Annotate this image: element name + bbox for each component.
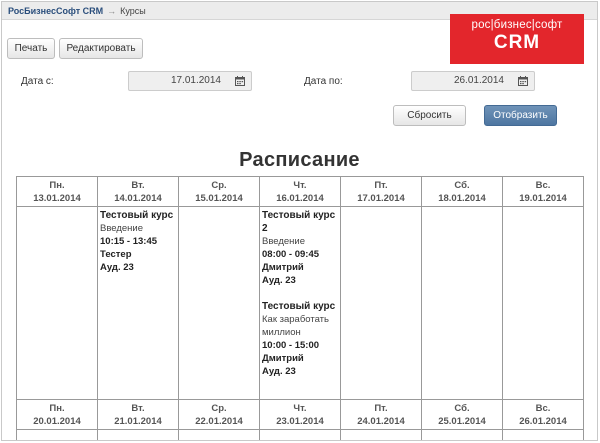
- date-to-value: 26.01.2014: [453, 75, 504, 86]
- schedule-grid: Пн. 13.01.2014 Вт. 14.01.2014 Ср. 15.01.201…: [16, 176, 584, 440]
- day-name: Пт.: [374, 180, 388, 191]
- day-date: 24.01.2014: [357, 416, 405, 427]
- day-name: Чт.: [293, 180, 307, 191]
- day-date: 15.01.2014: [195, 193, 243, 204]
- day-header: Пт. 24.01.2014: [340, 399, 422, 430]
- date-from-value: 17.01.2014: [170, 75, 221, 86]
- week2-body-row: [16, 429, 584, 440]
- logo-line2: CRM: [493, 32, 541, 53]
- reset-button[interactable]: Сбросить: [393, 105, 466, 126]
- date-from-field[interactable]: 17.01.2014: [128, 71, 252, 91]
- day-name: Пн.: [49, 403, 65, 414]
- week1-body-row: Тестовый курс Введение 10:15 - 13:45 Тес…: [16, 206, 584, 400]
- day-header: Вт. 14.01.2014: [97, 176, 179, 207]
- day-date: 26.01.2014: [519, 416, 567, 427]
- calendar-icon[interactable]: [235, 76, 245, 86]
- event-teacher: Дмитрий: [262, 262, 304, 273]
- day-cell[interactable]: [502, 206, 584, 400]
- day-date: 17.01.2014: [357, 193, 405, 204]
- day-date: 20.01.2014: [33, 416, 81, 427]
- day-name: Вт.: [131, 180, 145, 191]
- day-cell[interactable]: [16, 206, 98, 400]
- week2-header-row: Пн. 20.01.2014 Вт. 21.01.2014 Ср. 22.01.201…: [16, 399, 584, 430]
- schedule-event[interactable]: Тестовый курс Введение 10:15 - 13:45 Тес…: [100, 209, 176, 274]
- event-teacher: Дмитрий: [262, 353, 304, 364]
- day-date: 13.01.2014: [33, 193, 81, 204]
- day-name: Пт.: [374, 403, 388, 414]
- day-date: 23.01.2014: [276, 416, 324, 427]
- breadcrumb-separator: →: [107, 6, 117, 16]
- day-name: Чт.: [293, 403, 307, 414]
- day-cell[interactable]: Тестовый курс 2 Введение 08:00 - 09:45 Д…: [259, 206, 341, 400]
- day-date: 14.01.2014: [114, 193, 162, 204]
- show-button[interactable]: Отобразить: [484, 105, 557, 126]
- day-name: Пн.: [49, 180, 65, 191]
- event-time: 10:15 - 13:45: [100, 236, 158, 247]
- day-header: Вс. 26.01.2014: [502, 399, 584, 430]
- day-name: Вт.: [131, 403, 145, 414]
- calendar-icon[interactable]: [518, 76, 528, 86]
- event-time: 10:00 - 15:00: [262, 340, 320, 351]
- day-cell[interactable]: [340, 429, 422, 440]
- day-header: Ср. 15.01.2014: [178, 176, 260, 207]
- day-date: 19.01.2014: [519, 193, 567, 204]
- print-button[interactable]: Печать: [7, 38, 55, 59]
- day-cell[interactable]: Тестовый курс Введение 10:15 - 13:45 Тес…: [97, 206, 179, 400]
- day-cell[interactable]: [16, 429, 98, 440]
- event-time: 08:00 - 09:45: [262, 249, 320, 260]
- day-header: Ср. 22.01.2014: [178, 399, 260, 430]
- event-topic: Введение: [100, 223, 144, 234]
- day-name: Вс.: [535, 180, 551, 191]
- breadcrumb-courses[interactable]: Курсы: [120, 6, 146, 16]
- day-header: Сб. 25.01.2014: [421, 399, 503, 430]
- date-to-label: Дата по:: [304, 76, 343, 87]
- schedule-event[interactable]: Тестовый курс Как заработать миллион 10:…: [262, 300, 338, 378]
- day-cell[interactable]: [340, 206, 422, 400]
- day-header: Чт. 23.01.2014: [259, 399, 341, 430]
- event-name: Тестовый курс: [100, 210, 174, 221]
- event-room: Ауд. 23: [262, 275, 296, 286]
- event-name: Тестовый курс 2: [262, 210, 336, 234]
- day-header: Пн. 20.01.2014: [16, 399, 98, 430]
- company-logo: рос|бизнес|софт CRM: [450, 14, 584, 64]
- day-date: 25.01.2014: [438, 416, 486, 427]
- event-topic: Как заработать миллион: [262, 314, 329, 338]
- event-name: Тестовый курс: [262, 301, 336, 312]
- schedule-event[interactable]: Тестовый курс 2 Введение 08:00 - 09:45 Д…: [262, 209, 338, 287]
- day-name: Ср.: [211, 180, 227, 191]
- day-name: Ср.: [211, 403, 227, 414]
- day-header: Чт. 16.01.2014: [259, 176, 341, 207]
- day-header: Вс. 19.01.2014: [502, 176, 584, 207]
- event-room: Ауд. 23: [262, 366, 296, 377]
- event-teacher: Тестер: [100, 249, 132, 260]
- day-name: Сб.: [454, 403, 470, 414]
- app-window: РосБизнесСофт CRM → Курсы Печать Редактиро…: [1, 1, 598, 441]
- date-from-label: Дата с:: [21, 76, 54, 87]
- day-name: Вс.: [535, 403, 551, 414]
- day-name: Сб.: [454, 180, 470, 191]
- brand-link[interactable]: РосБизнесСофт CRM: [8, 6, 103, 16]
- day-cell[interactable]: [421, 206, 503, 400]
- day-date: 16.01.2014: [276, 193, 324, 204]
- day-header: Сб. 18.01.2014: [421, 176, 503, 207]
- week1-header-row: Пн. 13.01.2014 Вт. 14.01.2014 Ср. 15.01.201…: [16, 176, 584, 207]
- event-room: Ауд. 23: [100, 262, 134, 273]
- date-to-field[interactable]: 26.01.2014: [411, 71, 535, 91]
- day-date: 22.01.2014: [195, 416, 243, 427]
- schedule-title: Расписание: [239, 149, 360, 171]
- logo-line1: рос|бизнес|софт: [471, 19, 563, 31]
- day-date: 18.01.2014: [438, 193, 486, 204]
- day-header: Пн. 13.01.2014: [16, 176, 98, 207]
- day-cell[interactable]: [178, 206, 260, 400]
- event-topic: Введение: [262, 236, 306, 247]
- day-cell[interactable]: [259, 429, 341, 440]
- day-header: Вт. 21.01.2014: [97, 399, 179, 430]
- day-date: 21.01.2014: [114, 416, 162, 427]
- day-cell[interactable]: [178, 429, 260, 440]
- day-cell[interactable]: [502, 429, 584, 440]
- day-cell[interactable]: [97, 429, 179, 440]
- edit-button[interactable]: Редактировать: [59, 38, 143, 59]
- day-header: Пт. 17.01.2014: [340, 176, 422, 207]
- day-cell[interactable]: [421, 429, 503, 440]
